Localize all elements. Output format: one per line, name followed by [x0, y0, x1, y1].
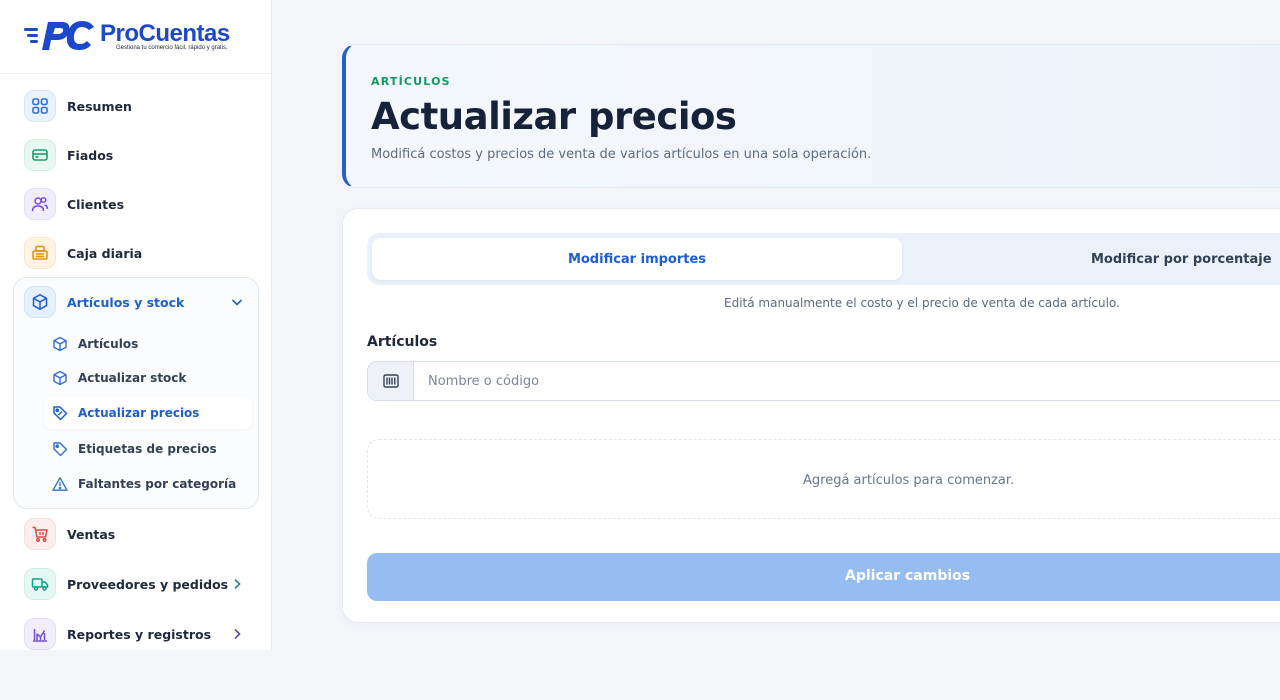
sidebar-item-label: Reportes y registros — [67, 626, 212, 642]
section-kicker: ARTÍCULOS — [371, 75, 451, 88]
barcode-icon — [382, 374, 399, 388]
tag-icon — [53, 442, 68, 457]
apply-changes-label: Aplicar cambios — [845, 568, 971, 584]
articles-empty-state: Agregá artículos para comenzar. — [367, 439, 1280, 519]
article-search — [367, 361, 1280, 401]
sidebar-subitem-actualizar-stock[interactable]: Actualizar stock — [44, 362, 252, 394]
sidebar-subitem-faltantes-por-categoria[interactable]: Faltantes por categoría — [44, 468, 252, 500]
sidebar-item-label: Artículos y stock — [67, 294, 185, 310]
procuentas-logo-icon — [24, 21, 94, 50]
chevron-right-icon[interactable] — [230, 627, 244, 641]
truck-icon — [24, 568, 56, 600]
sidebar-item-label: Caja diaria — [67, 245, 143, 261]
sidebar-item-articulos-y-stock[interactable]: Artículos y stock — [14, 282, 258, 322]
sidebar-item-label: Fiados — [67, 147, 114, 163]
tab-modificar-importes[interactable]: Modificar importes — [372, 238, 902, 280]
box-icon — [24, 286, 56, 318]
sidebar-subitem-label: Actualizar precios — [78, 406, 200, 420]
article-search-input[interactable] — [428, 362, 1280, 400]
sidebar-item-caja-diaria[interactable]: Caja diaria — [14, 233, 258, 273]
update-prices-card: Modificar importes Modificar por porcent… — [342, 208, 1280, 623]
chevron-right-icon[interactable] — [230, 577, 244, 591]
empty-state-message: Agregá artículos para comenzar. — [803, 473, 1015, 488]
sidebar-subitem-etiquetas-de-precios[interactable]: Etiquetas de precios — [44, 433, 252, 465]
mode-tabs: Modificar importes Modificar por porcent… — [367, 233, 1280, 285]
barcode-scan-button[interactable] — [368, 362, 414, 400]
brand-name: ProCuentas — [100, 20, 230, 47]
tab-description: Editá manualmente el costo y el precio d… — [724, 296, 1120, 310]
sidebar-item-reportes-y-registros[interactable]: Reportes y registros — [14, 614, 258, 650]
sidebar-item-label: Resumen — [67, 98, 132, 114]
sidebar-subitem-label: Etiquetas de precios — [78, 442, 217, 456]
credit-card-icon — [24, 139, 56, 171]
tag-icon — [53, 406, 68, 421]
sidebar-item-fiados[interactable]: Fiados — [14, 135, 258, 175]
chevron-down-icon[interactable] — [230, 295, 244, 309]
sidebar-item-proveedores-y-pedidos[interactable]: Proveedores y pedidos — [14, 564, 258, 604]
box-icon — [53, 336, 67, 352]
brand-logo[interactable]: ProCuentas Gestiona tu comercio fácil, r… — [0, 0, 271, 74]
articles-label: Artículos — [367, 334, 438, 350]
sidebar: ProCuentas Gestiona tu comercio fácil, r… — [0, 0, 272, 650]
chart-icon — [24, 618, 56, 650]
apply-changes-button[interactable]: Aplicar cambios — [367, 553, 1280, 601]
sidebar-item-resumen[interactable]: Resumen — [14, 86, 258, 126]
sidebar-subitem-label: Actualizar stock — [78, 371, 187, 385]
page-subtitle: Modificá costos y precios de venta de va… — [371, 147, 872, 162]
users-icon — [24, 188, 56, 220]
sidebar-subitem-actualizar-precios[interactable]: Actualizar precios — [44, 397, 252, 429]
cart-icon — [24, 518, 56, 550]
sidebar-item-clientes[interactable]: Clientes — [14, 184, 258, 224]
sidebar-subitem-label: Artículos — [78, 337, 139, 351]
register-icon — [24, 237, 56, 269]
sidebar-subitem-articulos[interactable]: Artículos — [44, 328, 252, 360]
sidebar-item-label: Ventas — [67, 526, 116, 542]
sidebar-item-ventas[interactable]: Ventas — [14, 514, 258, 554]
tab-modificar-por-porcentaje[interactable]: Modificar por porcentaje — [907, 238, 1280, 280]
grid-icon — [24, 90, 56, 122]
page-header: ARTÍCULOS Actualizar precios Modificá co… — [342, 44, 1280, 188]
warning-icon — [52, 477, 68, 491]
brand-tagline: Gestiona tu comercio fácil, rápido y gra… — [116, 45, 228, 51]
sidebar-item-label: Clientes — [67, 196, 125, 212]
page-title: Actualizar precios — [371, 95, 737, 138]
sidebar-item-label: Proveedores y pedidos — [67, 576, 229, 592]
box-icon — [53, 370, 67, 386]
sidebar-subitem-label: Faltantes por categoría — [78, 477, 237, 491]
